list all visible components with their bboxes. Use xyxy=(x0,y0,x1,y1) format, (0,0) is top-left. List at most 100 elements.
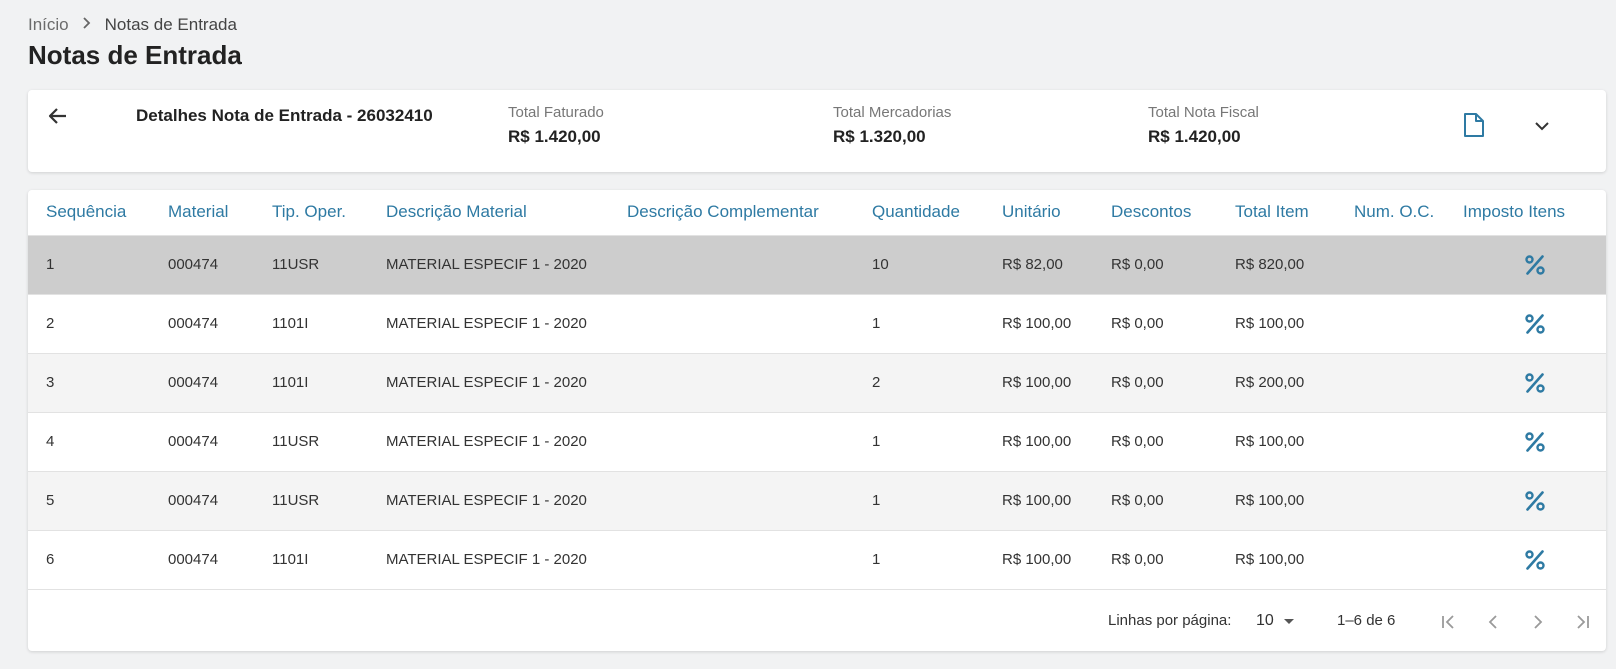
cell-descontos: R$ 0,00 xyxy=(1111,294,1235,354)
percent-icon[interactable] xyxy=(1524,254,1546,276)
cell-sequencia: 3 xyxy=(28,353,168,413)
column-header-total-item[interactable]: Total Item xyxy=(1235,190,1354,236)
column-header-num-oc[interactable]: Num. O.C. xyxy=(1354,190,1463,236)
cell-sequencia: 2 xyxy=(28,294,168,354)
total-nota-fiscal-value: R$ 1.420,00 xyxy=(1148,127,1241,146)
expand-details-button[interactable] xyxy=(1530,114,1554,138)
cell-descricao-complementar xyxy=(627,412,872,472)
column-header-tip-oper[interactable]: Tip. Oper. xyxy=(272,190,386,236)
cell-num-oc xyxy=(1354,235,1463,295)
first-page-button[interactable] xyxy=(1437,610,1461,634)
cell-num-oc xyxy=(1354,530,1463,590)
cell-sequencia: 1 xyxy=(28,235,168,295)
cell-unitario: R$ 100,00 xyxy=(1002,294,1111,354)
total-nota-fiscal: Total Nota Fiscal R$ 1.420,00 xyxy=(1148,104,1259,147)
table-row[interactable]: 3 000474 1101I MATERIAL ESPECIF 1 - 2020… xyxy=(28,353,1606,413)
column-header-descricao-complementar[interactable]: Descrição Complementar xyxy=(627,190,872,236)
table-row[interactable]: 5 000474 11USR MATERIAL ESPECIF 1 - 2020… xyxy=(28,471,1606,531)
cell-unitario: R$ 100,00 xyxy=(1002,412,1111,472)
column-header-descricao-material[interactable]: Descrição Material xyxy=(386,190,627,236)
cell-quantidade: 1 xyxy=(872,471,1002,531)
cell-num-oc xyxy=(1354,353,1463,413)
rows-per-page-select[interactable]: 10 xyxy=(1256,608,1294,634)
column-header-sequencia[interactable]: Sequência xyxy=(28,190,168,236)
column-header-quantidade[interactable]: Quantidade xyxy=(872,190,1002,236)
column-header-imposto-itens[interactable]: Imposto Itens xyxy=(1463,190,1606,236)
items-table: Sequência Material Tip. Oper. Descrição … xyxy=(28,190,1606,590)
cell-quantidade: 1 xyxy=(872,294,1002,354)
total-faturado-label: Total Faturado xyxy=(508,104,604,121)
column-header-descontos[interactable]: Descontos xyxy=(1111,190,1235,236)
percent-icon[interactable] xyxy=(1524,549,1546,571)
last-page-button[interactable] xyxy=(1570,610,1594,634)
page-range-label: 1–6 de 6 xyxy=(1337,612,1396,629)
cell-imposto-itens xyxy=(1463,235,1606,295)
cell-unitario: R$ 100,00 xyxy=(1002,353,1111,413)
rows-per-page-label: Linhas por página: xyxy=(1108,612,1232,629)
cell-descricao-material: MATERIAL ESPECIF 1 - 2020 xyxy=(386,412,627,472)
cell-imposto-itens xyxy=(1463,471,1606,531)
cell-descricao-material: MATERIAL ESPECIF 1 - 2020 xyxy=(386,294,627,354)
chevron-right-icon xyxy=(1534,615,1543,629)
table-row[interactable]: 6 000474 1101I MATERIAL ESPECIF 1 - 2020… xyxy=(28,530,1606,590)
page-title: Notas de Entrada xyxy=(28,40,242,70)
previous-page-button[interactable] xyxy=(1481,610,1505,634)
next-page-button[interactable] xyxy=(1526,610,1550,634)
chevron-left-icon xyxy=(1488,615,1497,629)
arrow-left-icon xyxy=(48,108,66,124)
total-nota-fiscal-label: Total Nota Fiscal xyxy=(1148,104,1259,121)
cell-descontos: R$ 0,00 xyxy=(1111,471,1235,531)
breadcrumb: Início Notas de Entrada xyxy=(28,15,237,35)
breadcrumb-home-link[interactable]: Início xyxy=(28,15,69,35)
total-faturado-value: R$ 1.420,00 xyxy=(508,127,601,146)
cell-descricao-complementar xyxy=(627,471,872,531)
column-header-material[interactable]: Material xyxy=(168,190,272,236)
cell-num-oc xyxy=(1354,294,1463,354)
percent-icon[interactable] xyxy=(1524,313,1546,335)
table-row[interactable]: 1 000474 11USR MATERIAL ESPECIF 1 - 2020… xyxy=(28,235,1606,295)
cell-unitario: R$ 82,00 xyxy=(1002,235,1111,295)
total-faturado: Total Faturado R$ 1.420,00 xyxy=(508,104,604,147)
table-row[interactable]: 2 000474 1101I MATERIAL ESPECIF 1 - 2020… xyxy=(28,294,1606,354)
invoice-detail-card: Detalhes Nota de Entrada - 26032410 Tota… xyxy=(28,90,1606,172)
document-button[interactable] xyxy=(1461,110,1487,140)
cell-descricao-material: MATERIAL ESPECIF 1 - 2020 xyxy=(386,471,627,531)
cell-descricao-material: MATERIAL ESPECIF 1 - 2020 xyxy=(386,530,627,590)
total-mercadorias-label: Total Mercadorias xyxy=(833,104,952,121)
cell-quantidade: 10 xyxy=(872,235,1002,295)
cell-unitario: R$ 100,00 xyxy=(1002,530,1111,590)
cell-tip-oper: 11USR xyxy=(272,235,386,295)
cell-tip-oper: 1101I xyxy=(272,530,386,590)
total-mercadorias: Total Mercadorias R$ 1.320,00 xyxy=(833,104,951,147)
cell-tip-oper: 1101I xyxy=(272,294,386,354)
cell-quantidade: 2 xyxy=(872,353,1002,413)
breadcrumb-current: Notas de Entrada xyxy=(104,15,237,34)
file-icon xyxy=(1464,113,1484,137)
cell-tip-oper: 1101I xyxy=(272,353,386,413)
cell-sequencia: 6 xyxy=(28,530,168,590)
cell-total-item: R$ 200,00 xyxy=(1235,353,1354,413)
cell-total-item: R$ 100,00 xyxy=(1235,471,1354,531)
cell-imposto-itens xyxy=(1463,412,1606,472)
last-page-icon xyxy=(1577,615,1589,629)
cell-descricao-material: MATERIAL ESPECIF 1 - 2020 xyxy=(386,353,627,413)
cell-material: 000474 xyxy=(168,412,272,472)
cell-descontos: R$ 0,00 xyxy=(1111,412,1235,472)
column-header-unitario[interactable]: Unitário xyxy=(1002,190,1111,236)
cell-unitario: R$ 100,00 xyxy=(1002,471,1111,531)
percent-icon[interactable] xyxy=(1524,431,1546,453)
percent-icon[interactable] xyxy=(1524,490,1546,512)
cell-descricao-complementar xyxy=(627,294,872,354)
cell-descontos: R$ 0,00 xyxy=(1111,353,1235,413)
back-button[interactable] xyxy=(44,102,72,130)
cell-material: 000474 xyxy=(168,235,272,295)
percent-icon[interactable] xyxy=(1524,372,1546,394)
table-row[interactable]: 4 000474 11USR MATERIAL ESPECIF 1 - 2020… xyxy=(28,412,1606,472)
cell-imposto-itens xyxy=(1463,353,1606,413)
cell-descricao-complementar xyxy=(627,530,872,590)
rows-per-page-value: 10 xyxy=(1256,612,1274,629)
cell-num-oc xyxy=(1354,471,1463,531)
cell-descricao-complementar xyxy=(627,353,872,413)
cell-imposto-itens xyxy=(1463,530,1606,590)
cell-quantidade: 1 xyxy=(872,412,1002,472)
